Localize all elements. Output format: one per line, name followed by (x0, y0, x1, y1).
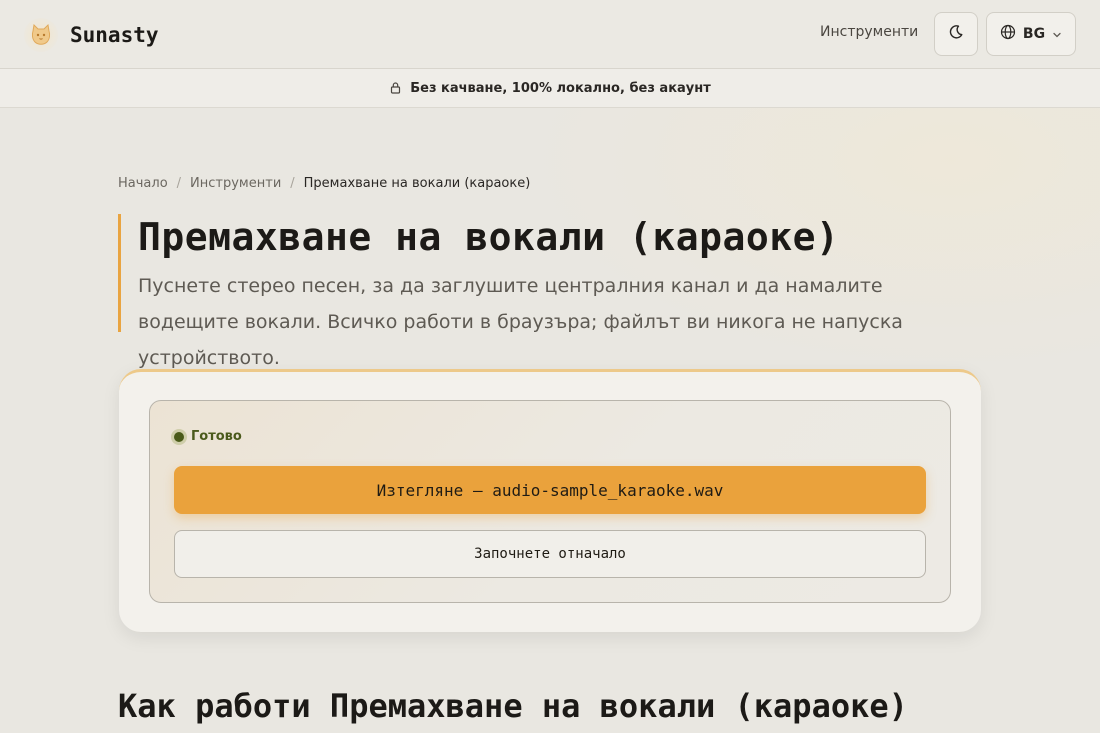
status-dot (174, 431, 184, 442)
chevron-down-icon (1052, 25, 1062, 44)
language-select[interactable]: BG (986, 12, 1076, 56)
globe-icon (1000, 24, 1016, 44)
moon-icon (948, 24, 964, 44)
page-title: Премахване на вокали (караоке) (138, 215, 840, 259)
tool-card: Готово Изтегляне — audio-sample_karaoke.… (119, 369, 981, 632)
status-indicator: Готово (174, 429, 242, 444)
privacy-banner: Без качване, 100% локално, без акаунт (0, 69, 1100, 108)
nav-tools-link[interactable]: Инструменти (820, 24, 918, 40)
page-description: Пуснете стерео песен, за да заглушите це… (138, 275, 903, 369)
cat-logo-icon (24, 18, 58, 52)
breadcrumb-separator: / (290, 176, 295, 191)
result-panel: Готово Изтегляне — audio-sample_karaoke.… (149, 400, 951, 603)
breadcrumb-current: Премахване на вокали (караоке) (303, 176, 531, 191)
breadcrumb: Начало / Инструменти / Премахване на вок… (118, 176, 530, 191)
hero: Премахване на вокали (караоке) Пуснете с… (118, 214, 978, 369)
language-label: BG (1022, 26, 1046, 42)
top-header: Sunasty Инструменти BG (0, 0, 1100, 69)
breadcrumb-separator: / (176, 176, 182, 191)
download-button[interactable]: Изтегляне — audio-sample_karaoke.wav (174, 466, 926, 514)
restart-button[interactable]: Започнете отначало (174, 530, 926, 578)
section-heading: Как работи Премахване на вокали (караоке… (118, 687, 908, 725)
breadcrumb-tools[interactable]: Инструменти (190, 176, 281, 191)
brand-name: Sunasty (70, 23, 159, 47)
privacy-text: Без качване, 100% локално, без акаунт (410, 80, 711, 96)
theme-toggle-button[interactable] (934, 12, 978, 56)
brand-link[interactable]: Sunasty (24, 18, 159, 52)
breadcrumb-home[interactable]: Начало (118, 176, 168, 191)
lock-icon (389, 79, 402, 98)
status-text: Готово (191, 429, 242, 444)
